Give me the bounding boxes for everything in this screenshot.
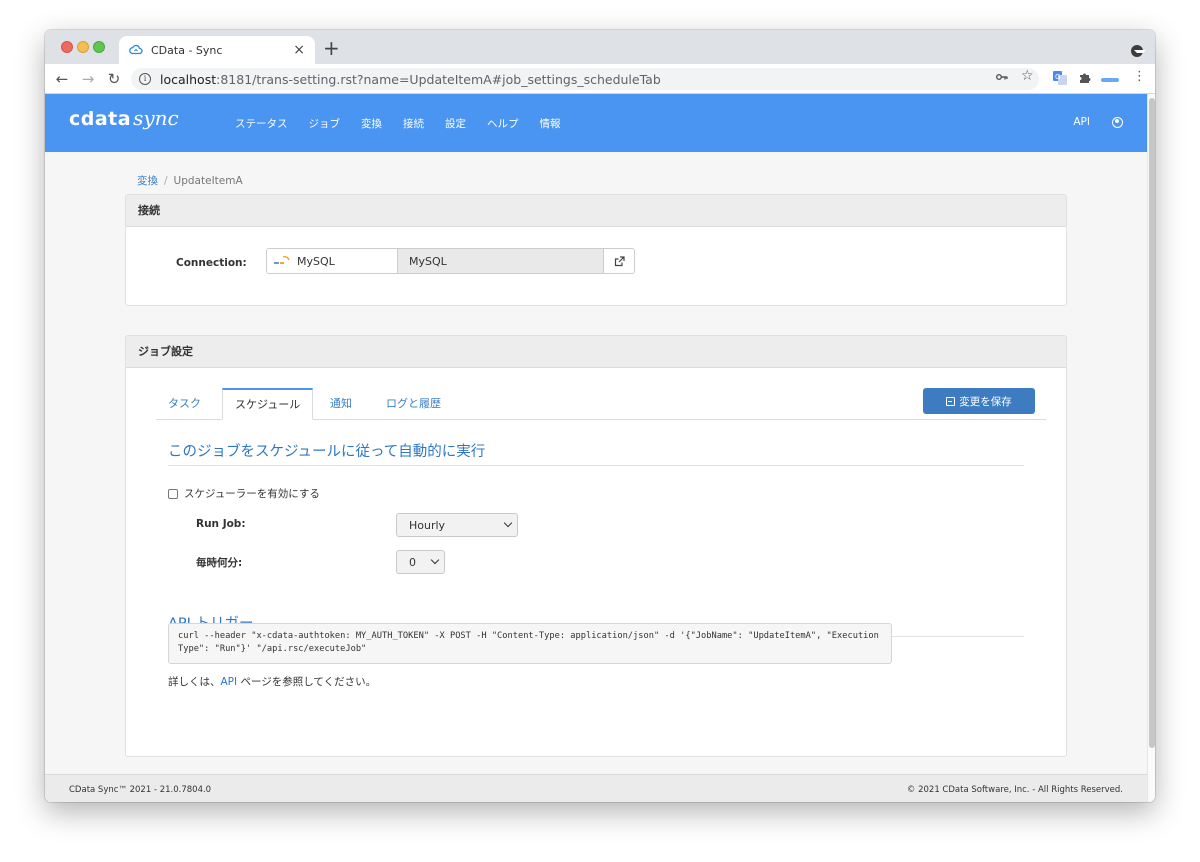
connection-select-value: MySQL bbox=[297, 254, 335, 268]
breadcrumb-current: UpdateItemA bbox=[173, 175, 243, 187]
breadcrumb-parent-link[interactable]: 変換 bbox=[137, 175, 158, 187]
job-settings-tabs: タスク スケジュール 通知 ログと履歴 bbox=[156, 388, 1046, 420]
schedule-section-title: このジョブをスケジュールに従って自動的に実行 bbox=[168, 444, 486, 460]
main-menu: ステータス ジョブ 変換 接続 設定 ヘルプ 情報 bbox=[235, 116, 582, 131]
enable-scheduler-label[interactable]: スケジューラーを有効にする bbox=[184, 486, 320, 501]
api-note-prefix: 詳しくは、 bbox=[168, 676, 221, 688]
footer-copyright: © 2021 CData Software, Inc. - All Rights… bbox=[906, 785, 1123, 795]
breadcrumb-separator: / bbox=[164, 175, 168, 187]
connection-type-readonly: MySQL bbox=[398, 249, 604, 273]
top-navbar: cdata sync ステータス ジョブ 変換 接続 設定 ヘルプ 情報 API bbox=[45, 94, 1147, 152]
browser-tab[interactable]: CData - Sync × bbox=[119, 36, 315, 64]
tab-logs-history[interactable]: ログと履歴 bbox=[374, 388, 453, 420]
svg-text:G: G bbox=[1055, 73, 1060, 81]
vertical-scrollbar[interactable] bbox=[1147, 94, 1155, 802]
footer-version: CData Sync™ 2021 - 21.0.7804.0 bbox=[69, 785, 212, 795]
browser-tab-title: CData - Sync bbox=[151, 43, 223, 57]
menu-item-info[interactable]: 情報 bbox=[540, 116, 561, 131]
schedule-divider bbox=[168, 465, 1024, 466]
reload-icon[interactable]: ↻ bbox=[104, 69, 124, 89]
connection-select[interactable]: MySQL bbox=[267, 249, 398, 273]
breadcrumb: 変換 / UpdateItemA bbox=[137, 173, 243, 188]
tab-notifications[interactable]: 通知 bbox=[318, 388, 364, 420]
api-note: 詳しくは、API ページを参照してください。 bbox=[168, 674, 376, 689]
user-account-icon[interactable] bbox=[1112, 116, 1123, 128]
connection-label: Connection: bbox=[176, 257, 247, 269]
browser-window: CData - Sync × + ← → ↻ i localhost:8181/… bbox=[45, 30, 1155, 802]
connection-field: MySQL MySQL bbox=[266, 248, 635, 274]
minimize-window-button[interactable] bbox=[77, 41, 89, 53]
job-settings-panel-title: ジョブ設定 bbox=[126, 336, 1066, 368]
tab-strip: CData - Sync × + bbox=[45, 30, 1155, 64]
kebab-menu-icon[interactable]: ⋮ bbox=[1133, 69, 1146, 84]
menu-item-transformations[interactable]: 変換 bbox=[361, 116, 382, 131]
browser-menu-icon[interactable] bbox=[1131, 45, 1146, 57]
api-link[interactable]: API bbox=[1073, 116, 1090, 128]
menu-item-status[interactable]: ステータス bbox=[235, 116, 288, 131]
connection-panel: 接続 Connection: MySQL MySQL bbox=[125, 194, 1067, 306]
chevron-down-icon bbox=[503, 518, 513, 528]
api-note-suffix: ページを参照してください。 bbox=[237, 676, 377, 688]
forward-arrow-icon[interactable]: → bbox=[78, 69, 98, 89]
api-page-link[interactable]: API bbox=[221, 676, 238, 688]
url-host: localhost bbox=[160, 71, 217, 87]
minute-label: 毎時何分: bbox=[196, 557, 243, 569]
logo-cdata-text: cdata bbox=[69, 108, 132, 130]
navbar-right: API bbox=[1073, 116, 1123, 128]
run-job-label: Run Job: bbox=[196, 518, 246, 530]
save-changes-label: 変更を保存 bbox=[959, 395, 1012, 408]
chevron-down-icon bbox=[430, 555, 440, 565]
tab-close-icon[interactable]: × bbox=[293, 42, 305, 58]
scrollbar-thumb[interactable] bbox=[1149, 98, 1155, 748]
close-window-button[interactable] bbox=[61, 41, 73, 53]
cdata-extension-icon[interactable] bbox=[1101, 73, 1119, 87]
translate-extension-icon[interactable]: G bbox=[1053, 71, 1067, 88]
mysql-logo-icon bbox=[273, 255, 291, 267]
menu-item-settings[interactable]: 設定 bbox=[445, 116, 466, 131]
menu-item-connections[interactable]: 接続 bbox=[403, 116, 424, 131]
run-job-select[interactable]: Hourly bbox=[396, 513, 518, 537]
maximize-window-button[interactable] bbox=[93, 41, 105, 53]
site-info-icon[interactable]: i bbox=[139, 73, 151, 85]
tab-task[interactable]: タスク bbox=[156, 388, 213, 420]
menu-item-jobs[interactable]: ジョブ bbox=[309, 116, 341, 131]
address-bar[interactable]: i localhost:8181/trans-setting.rst?name=… bbox=[131, 68, 1039, 90]
minute-select-value: 0 bbox=[409, 555, 416, 569]
minute-select[interactable]: 0 bbox=[396, 550, 445, 574]
browser-toolbar: ← → ↻ i localhost:8181/trans-setting.rst… bbox=[45, 64, 1155, 94]
save-changes-button[interactable]: 変更を保存 bbox=[923, 388, 1035, 414]
cloud-sync-favicon-icon bbox=[129, 43, 143, 57]
save-floppy-icon bbox=[946, 396, 956, 406]
bookmark-star-icon[interactable]: ☆ bbox=[1021, 68, 1034, 84]
menu-item-help[interactable]: ヘルプ bbox=[487, 116, 519, 131]
job-settings-panel: ジョブ設定 タスク スケジュール 通知 ログと履歴 変更を保存 このジョブをスケ… bbox=[125, 335, 1067, 757]
external-link-icon[interactable] bbox=[604, 249, 634, 273]
app-viewport: cdata sync ステータス ジョブ 変換 接続 設定 ヘルプ 情報 API… bbox=[45, 94, 1147, 802]
enable-scheduler-row: スケジューラーを有効にする bbox=[168, 486, 320, 501]
connection-panel-title: 接続 bbox=[126, 195, 1066, 227]
logo-sync-text: sync bbox=[133, 106, 179, 130]
back-arrow-icon[interactable]: ← bbox=[52, 69, 72, 89]
tab-schedule[interactable]: スケジュール bbox=[222, 388, 314, 420]
extensions-puzzle-icon[interactable] bbox=[1078, 71, 1091, 87]
cdata-sync-logo[interactable]: cdata sync bbox=[69, 106, 179, 130]
curl-command-box[interactable]: curl --header "x-cdata-authtoken: MY_AUT… bbox=[168, 623, 892, 664]
enable-scheduler-checkbox[interactable] bbox=[168, 488, 178, 499]
run-job-select-value: Hourly bbox=[409, 518, 446, 532]
new-tab-button[interactable]: + bbox=[323, 36, 340, 60]
key-icon[interactable] bbox=[996, 71, 1008, 85]
url-path: :8181/trans-setting.rst?name=UpdateItemA… bbox=[216, 71, 661, 87]
page-footer: CData Sync™ 2021 - 21.0.7804.0 © 2021 CD… bbox=[45, 774, 1147, 802]
